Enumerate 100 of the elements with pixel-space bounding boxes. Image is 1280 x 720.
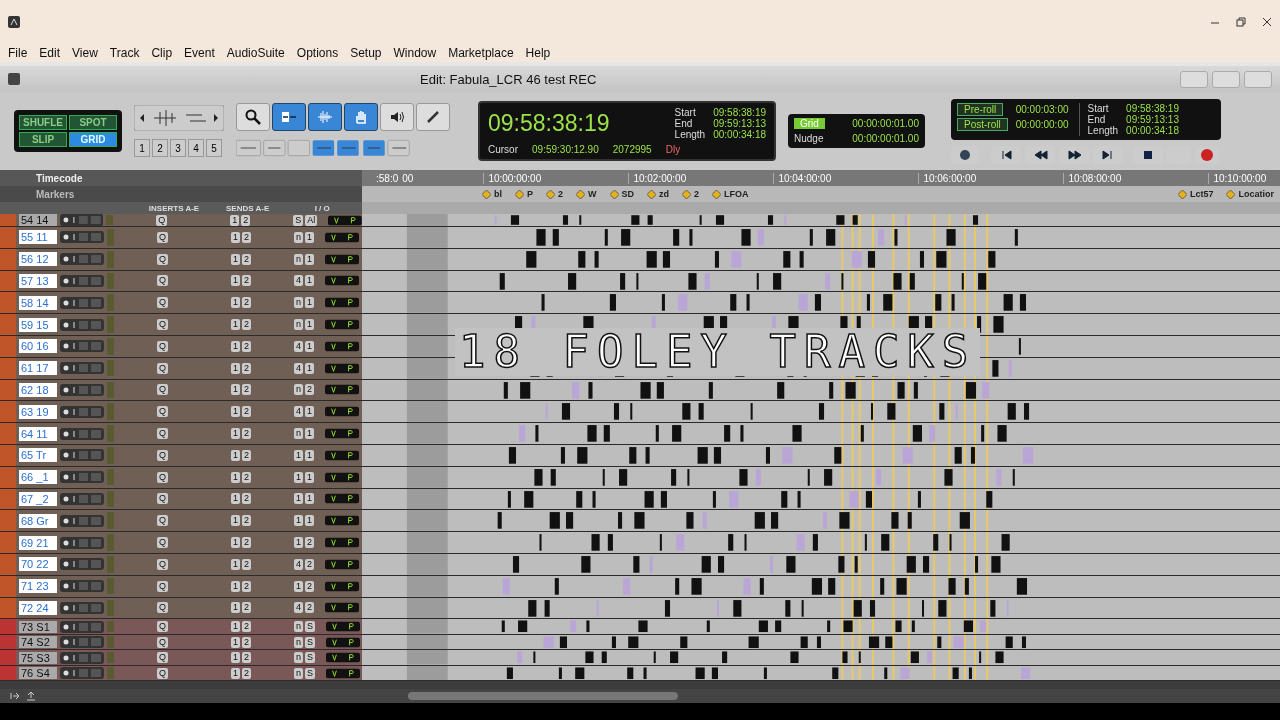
track-buttons-drawing[interactable] [60, 296, 104, 309]
menu-item[interactable]: View [66, 46, 104, 60]
insert-slot[interactable]: Q [157, 362, 168, 374]
zoom-controls-drawing[interactable] [134, 105, 224, 131]
voice-buttons-drawing[interactable] [325, 580, 360, 592]
track-buttons-drawing[interactable] [60, 558, 104, 571]
track-name[interactable]: 69 21 [19, 535, 57, 550]
send-slot[interactable]: 1 [231, 449, 241, 461]
io-selector[interactable]: S [305, 667, 316, 679]
io-selector[interactable]: 1 [294, 537, 304, 549]
send-slot[interactable]: 2 [242, 340, 252, 352]
voice-buttons-drawing[interactable] [325, 362, 360, 374]
insert-slot[interactable]: Q [157, 253, 168, 265]
send-slot[interactable]: 2 [241, 214, 251, 226]
insert-slot[interactable]: Q [157, 384, 168, 396]
send-slot[interactable]: 2 [242, 515, 252, 527]
zoom-preset-button[interactable]: 2 [152, 139, 168, 157]
track-name[interactable]: 72 24 [19, 600, 57, 615]
menu-item[interactable]: Help [519, 46, 557, 60]
io-selector[interactable]: 1 [294, 580, 304, 592]
send-slot[interactable]: 2 [242, 602, 252, 614]
io-selector[interactable]: n [294, 297, 304, 309]
insert-slot[interactable]: Q [157, 636, 168, 648]
edit-mode-button[interactable]: SLIP [19, 132, 67, 147]
insert-slot[interactable]: Q [157, 580, 168, 592]
send-slot[interactable]: 1 [231, 515, 241, 527]
send-slot[interactable]: 1 [231, 580, 241, 592]
marker-label[interactable]: bl [494, 189, 502, 199]
io-selector[interactable]: 1 [305, 275, 315, 287]
send-slot[interactable]: 1 [231, 537, 241, 549]
send-slot[interactable]: 1 [231, 558, 241, 570]
upload-icon[interactable] [26, 691, 36, 701]
insert-slot[interactable]: Q [157, 621, 168, 633]
send-slot[interactable]: 1 [231, 362, 241, 374]
track-name[interactable]: 71 23 [19, 579, 57, 594]
insert-slot[interactable]: Q [157, 667, 168, 679]
send-slot[interactable]: 1 [231, 297, 241, 309]
marker-icon[interactable] [682, 189, 692, 199]
track-name[interactable]: 68 Gr [19, 513, 57, 528]
send-slot[interactable]: 2 [242, 471, 252, 483]
marker-icon[interactable] [609, 189, 619, 199]
send-slot[interactable]: 1 [231, 340, 241, 352]
send-slot[interactable]: 2 [242, 537, 252, 549]
menu-item[interactable]: Marketplace [442, 46, 520, 60]
voice-buttons-drawing[interactable] [325, 602, 360, 614]
track-name[interactable]: 75 S3 [19, 651, 57, 664]
voice-buttons-drawing[interactable] [326, 621, 361, 633]
track-name[interactable]: 66 _1 [19, 470, 57, 485]
marker-label[interactable]: 2 [694, 189, 700, 199]
io-selector[interactable]: 1 [305, 297, 315, 309]
insert-slot[interactable]: Q [157, 602, 168, 614]
send-slot[interactable]: 1 [231, 652, 241, 664]
track-name[interactable]: 67 _2 [19, 491, 57, 506]
io-selector[interactable]: 4 [294, 558, 304, 570]
send-slot[interactable]: 1 [231, 493, 241, 505]
track-buttons-drawing[interactable] [60, 514, 104, 527]
send-slot[interactable]: 1 [231, 384, 241, 396]
send-slot[interactable]: 2 [242, 384, 252, 396]
track-buttons-drawing[interactable] [60, 449, 104, 462]
io-selector[interactable]: 1 [305, 362, 315, 374]
zoom-preset-button[interactable]: 3 [170, 139, 186, 157]
marker-icon[interactable] [515, 189, 524, 199]
send-slot[interactable]: 1 [231, 231, 241, 243]
voice-buttons-drawing[interactable] [325, 406, 360, 418]
tool-button[interactable] [236, 103, 270, 131]
send-slot[interactable]: 2 [242, 636, 252, 648]
voice-buttons-drawing[interactable] [325, 493, 360, 505]
insert-slot[interactable]: Q [157, 231, 168, 243]
voice-buttons-drawing[interactable] [325, 537, 360, 549]
track-name[interactable]: 55 11 [19, 230, 57, 245]
marker-icon[interactable] [546, 189, 555, 199]
voice-buttons-drawing[interactable] [325, 471, 360, 483]
insert-slot[interactable]: Q [157, 493, 168, 505]
track-name[interactable]: 64 11 [19, 426, 57, 441]
io-selector[interactable]: Al [305, 214, 318, 226]
send-slot[interactable]: 2 [242, 449, 252, 461]
zoom-preset-button[interactable]: 4 [188, 139, 204, 157]
voice-buttons-drawing[interactable] [325, 515, 360, 527]
voice-buttons-drawing[interactable] [325, 428, 360, 440]
track-buttons-drawing[interactable] [60, 580, 104, 593]
send-slot[interactable]: 2 [242, 621, 252, 633]
io-selector[interactable]: n [294, 384, 304, 396]
send-slot[interactable]: 2 [242, 275, 252, 287]
io-selector[interactable]: 4 [294, 362, 304, 374]
track-name[interactable]: 62 18 [19, 382, 57, 397]
track-buttons-drawing[interactable] [60, 231, 104, 244]
io-selector[interactable]: 4 [294, 602, 304, 614]
grid-value[interactable]: 00:00:00:01.00 [852, 118, 919, 129]
send-slot[interactable]: 1 [231, 406, 241, 418]
zoom-preset-button[interactable]: 1 [134, 139, 150, 157]
io-selector[interactable]: 1 [305, 406, 315, 418]
voice-buttons-drawing[interactable] [326, 667, 361, 679]
track-name[interactable]: 59 15 [19, 317, 57, 332]
zoom-preset-button[interactable]: 5 [206, 139, 222, 157]
menu-item[interactable]: AudioSuite [220, 46, 291, 60]
menu-item[interactable]: File [2, 46, 34, 60]
io-selector[interactable]: n [294, 428, 304, 440]
insert-slot[interactable]: Q [157, 275, 168, 287]
send-slot[interactable]: 1 [231, 636, 241, 648]
menu-item[interactable]: Track [103, 46, 146, 60]
